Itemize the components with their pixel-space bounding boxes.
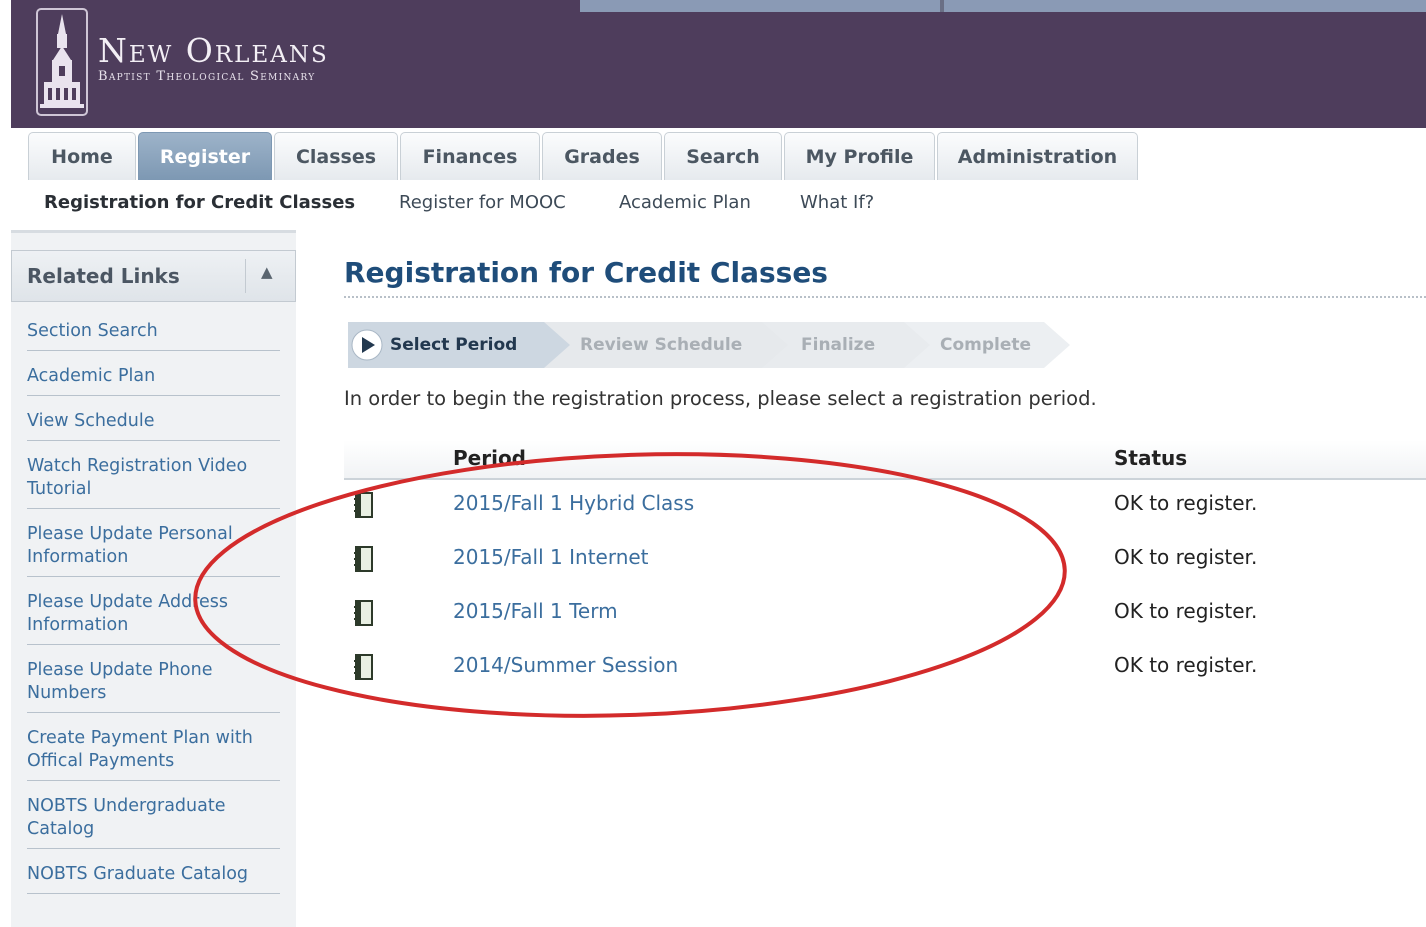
tab-home[interactable]: Home: [28, 132, 136, 180]
tab-administration[interactable]: Administration: [937, 132, 1138, 180]
period-link[interactable]: 2015/Fall 1 Hybrid Class: [453, 491, 694, 515]
subnav-what-if[interactable]: What If?: [800, 192, 874, 213]
subnav-registration-credit-classes[interactable]: Registration for Credit Classes: [44, 192, 355, 213]
column-header-status: Status: [1114, 446, 1188, 470]
table-row: 2015/Fall 1 Hybrid Class OK to register.: [344, 483, 1426, 529]
header-divider: [245, 259, 246, 293]
header-accent-divider: [940, 0, 944, 12]
sidebar-link-update-address[interactable]: Please Update Address Information: [27, 591, 280, 637]
main-tabs: Home Register Classes Finances Grades Se…: [28, 132, 1140, 180]
subnav-academic-plan[interactable]: Academic Plan: [619, 192, 751, 213]
sidebar-separator: [27, 780, 280, 781]
table-row: 2015/Fall 1 Internet OK to register.: [344, 537, 1426, 583]
sidebar-separator: [27, 576, 280, 577]
sidebar-link-view-schedule[interactable]: View Schedule: [27, 410, 280, 433]
collapse-up-icon[interactable]: ▲: [261, 263, 273, 281]
period-link[interactable]: 2015/Fall 1 Term: [453, 599, 618, 623]
notebook-icon[interactable]: [352, 491, 376, 519]
registration-steps: Select Period Review Schedule Finalize C…: [344, 320, 1074, 370]
step-finalize: Finalize: [801, 335, 876, 355]
step-select-period: Select Period: [390, 335, 518, 355]
period-link[interactable]: 2015/Fall 1 Internet: [453, 545, 649, 569]
periods-table-header: Period Status: [344, 440, 1426, 480]
tab-grades[interactable]: Grades: [542, 132, 662, 180]
subnav-register-mooc[interactable]: Register for MOOC: [399, 192, 566, 213]
table-row: 2015/Fall 1 Term OK to register.: [344, 591, 1426, 637]
sidebar-link-registration-video[interactable]: Watch Registration Video Tutorial: [27, 455, 280, 501]
period-link[interactable]: 2014/Summer Session: [453, 653, 678, 677]
period-status: OK to register.: [1114, 545, 1258, 569]
sidebar-link-undergrad-catalog[interactable]: NOBTS Undergraduate Catalog: [27, 795, 280, 841]
step-review-schedule: Review Schedule: [580, 335, 743, 355]
sidebar-separator: [27, 350, 280, 351]
sidebar-link-section-search[interactable]: Section Search: [27, 320, 280, 343]
tab-classes[interactable]: Classes: [274, 132, 398, 180]
sidebar-link-graduate-catalog[interactable]: NOBTS Graduate Catalog: [27, 863, 280, 886]
sidebar-link-academic-plan[interactable]: Academic Plan: [27, 365, 280, 388]
page-title: Registration for Credit Classes: [344, 256, 828, 289]
title-underline: [344, 296, 1426, 298]
related-links-header[interactable]: Related Links ▲: [11, 250, 296, 302]
sidebar-separator: [27, 440, 280, 441]
sidebar-link-payment-plan[interactable]: Create Payment Plan with Offical Payment…: [27, 727, 280, 773]
period-status: OK to register.: [1114, 653, 1258, 677]
tab-search[interactable]: Search: [664, 132, 782, 180]
sidebar-separator: [27, 712, 280, 713]
period-status: OK to register.: [1114, 491, 1258, 515]
sidebar-separator: [27, 508, 280, 509]
header-accent-strip: [580, 0, 1426, 12]
sidebar-separator: [27, 395, 280, 396]
notebook-icon[interactable]: [352, 599, 376, 627]
sidebar-link-update-phone[interactable]: Please Update Phone Numbers: [27, 659, 280, 705]
step-complete: Complete: [940, 335, 1032, 355]
sidebar-top-border: [11, 230, 296, 233]
tab-register[interactable]: Register: [138, 132, 272, 180]
sidebar-separator: [27, 893, 280, 894]
period-status: OK to register.: [1114, 599, 1258, 623]
notebook-icon[interactable]: [352, 545, 376, 573]
sidebar-separator: [27, 644, 280, 645]
sidebar-link-update-personal-info[interactable]: Please Update Personal Information: [27, 523, 280, 569]
tab-finances[interactable]: Finances: [400, 132, 540, 180]
table-row: 2014/Summer Session OK to register.: [344, 645, 1426, 691]
tab-my-profile[interactable]: My Profile: [784, 132, 935, 180]
sidebar-separator: [27, 848, 280, 849]
column-header-period: Period: [453, 446, 526, 470]
brand-subtitle: Baptist Theological Seminary: [98, 69, 316, 84]
chapel-logo-icon[interactable]: [36, 8, 88, 116]
instructions-text: In order to begin the registration proce…: [344, 387, 1097, 410]
related-links-title: Related Links: [27, 264, 180, 288]
notebook-icon[interactable]: [352, 653, 376, 681]
brand-title: New Orleans: [98, 31, 329, 70]
